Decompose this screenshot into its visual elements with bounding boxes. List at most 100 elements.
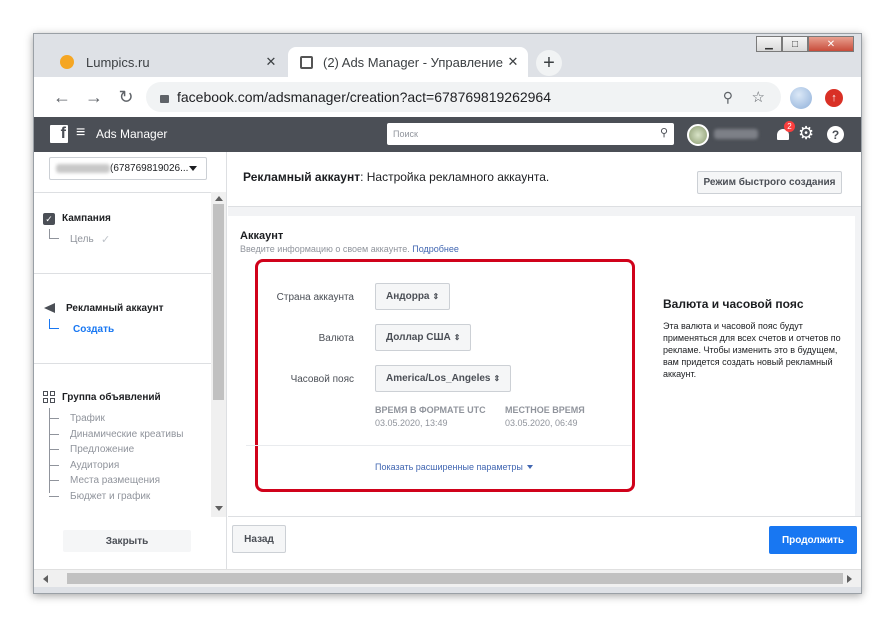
address-bar[interactable]: facebook.com/adsmanager/creation?act=678… [146,82,781,112]
info-text: Эта валюта и часовой пояс будут применят… [663,321,841,379]
maximize-button[interactable]: □ [782,36,808,52]
new-tab-button[interactable]: + [536,50,562,76]
sidebar-item-create[interactable]: Создать [73,324,114,335]
h-scroll-thumb[interactable] [67,573,843,584]
currency-select[interactable]: Доллар США ⇕ [375,324,472,351]
bookmark-star-icon[interactable]: ☆ [752,88,765,106]
scroll-thumb[interactable] [213,204,224,400]
page-title-rest: : Настройка рекламного аккаунта. [360,170,550,184]
timezone-label: Часовой пояс [290,374,354,385]
more-link[interactable]: Подробнее [412,244,459,254]
select-arrows-icon: ⇕ [432,292,440,301]
horizontal-scrollbar[interactable] [34,569,861,587]
country-select[interactable]: Андорра ⇕ [375,283,451,310]
close-tab-icon[interactable]: ✕ [504,54,522,70]
sidebar-item-traffic[interactable]: Трафик [70,413,105,424]
section-subtitle-text: Введите информацию о своем аккаунте. [240,244,410,254]
update-icon[interactable]: ↑ [825,89,843,107]
sidebar-item-budget[interactable]: Бюджет и график [70,491,150,502]
scroll-right-icon[interactable] [847,575,852,583]
local-time-label: МЕСТНОЕ ВРЕМЯ [505,405,585,415]
account-selector[interactable]: (678769819026... [49,157,207,180]
sidebar-item-ad-account[interactable]: Рекламный аккаунт [66,303,164,314]
timezone-select[interactable]: America/Los_Angeles ⇕ [375,365,512,392]
search-icon: ⚲ [659,127,668,139]
sidebar-item-campaign[interactable]: Кампания [62,213,111,224]
menu-icon[interactable]: ≡ [76,124,85,142]
account-name-blurred [56,164,110,173]
utc-label: ВРЕМЯ В ФОРМАТЕ UTC [375,405,486,415]
creation-sidebar: (678769819026... ✓ Кампания Цель ✓ Рекла… [34,152,227,569]
toolbar: ← → ↻ facebook.com/adsmanager/creation?a… [34,77,861,117]
scroll-down-icon[interactable] [215,506,223,511]
sidebar-scrollbar[interactable] [211,192,226,517]
account-avatar[interactable] [687,124,709,146]
checkbox-checked-icon: ✓ [43,213,55,225]
continue-button[interactable]: Продолжить [769,526,857,554]
sidebar-item-goal[interactable]: Цель [70,234,94,245]
page-title: Рекламный аккаунт: Настройка рекламного … [243,170,549,184]
ads-manager-title: Ads Manager [96,127,168,141]
ad-group-grid-icon [43,391,55,403]
scroll-up-icon[interactable] [215,196,223,201]
page-title-bold: Рекламный аккаунт [243,170,361,184]
currency-label: Валюта [318,333,354,344]
section-subtitle: Введите информацию о своем аккаунте. Под… [240,244,459,254]
account-selector-label: (678769819026... [110,163,189,174]
reload-icon[interactable]: ↻ [112,83,140,111]
advanced-link-text: Показать расширенные параметры [375,462,523,472]
local-time-value: 03.05.2020, 06:49 [505,418,578,428]
timezone-value: America/Los_Angeles [386,373,491,384]
search-input[interactable]: Поиск ⚲ [387,123,674,145]
header-bar: Рекламный аккаунт: Настройка рекламного … [228,152,861,207]
lumpics-favicon-icon [60,55,74,69]
tab-title: Lumpics.ru [86,54,150,70]
section-title: Аккаунт [240,230,284,242]
notification-badge: 2 [784,121,795,132]
sidebar-item-audience[interactable]: Аудитория [70,460,119,471]
close-window-button[interactable]: ✕ [808,36,854,52]
tab-lumpics[interactable]: Lumpics.ru ✕ [50,47,286,77]
sidebar-item-ad-group[interactable]: Группа объявлений [62,392,161,403]
back-button[interactable]: Назад [232,525,286,553]
caret-down-icon [527,465,534,469]
scroll-left-icon[interactable] [43,575,48,583]
help-icon[interactable]: ? [827,126,844,143]
quick-mode-button[interactable]: Режим быстрого создания [697,171,842,194]
megaphone-icon [44,303,55,313]
form-divider [246,445,631,446]
account-card: Аккаунт Введите информацию о своем аккау… [228,216,855,516]
info-title: Валюта и часовой пояс [663,297,804,311]
search-placeholder: Поиск [393,129,418,139]
sidebar-item-placements[interactable]: Места размещения [70,475,160,486]
tab-title: (2) Ads Manager - Управление р [323,54,504,70]
ads-manager-topbar: f ≡ Ads Manager Поиск ⚲ 2 ⚙ ? [34,117,861,152]
notifications-bell-icon[interactable]: 2 [775,121,795,142]
checkmark-icon: ✓ [101,234,111,246]
utc-value: 03.05.2020, 13:49 [375,418,448,428]
chevron-down-icon [189,166,197,171]
advanced-settings-link[interactable]: Показать расширенные параметры [375,462,534,472]
footer-bar: Назад Продолжить [228,516,861,569]
ads-favicon-icon [300,55,313,69]
country-value: Андорра [386,291,430,302]
lock-icon [160,95,169,103]
zoom-icon[interactable]: ⚲ [723,89,733,106]
facebook-logo-icon[interactable]: f [50,125,68,143]
forward-arrow-icon[interactable]: → [80,83,108,111]
country-label: Страна аккаунта [276,292,354,303]
gear-icon[interactable]: ⚙ [798,123,814,144]
sidebar-item-dynamic-creatives[interactable]: Динамические креативы [70,429,183,440]
currency-value: Доллар США [386,332,451,343]
close-button[interactable]: Закрыть [63,530,191,552]
sidebar-item-offer[interactable]: Предложение [70,444,134,455]
page-content: (678769819026... ✓ Кампания Цель ✓ Рекла… [34,152,861,587]
select-arrows-icon: ⇕ [493,374,501,383]
back-arrow-icon[interactable]: ← [48,83,76,111]
tab-ads-manager[interactable]: (2) Ads Manager - Управление р ✕ [288,47,528,77]
browser-window: ▁ □ ✕ Lumpics.ru ✕ (2) Ads Manager - Упр… [33,33,862,594]
profile-avatar[interactable] [790,87,812,109]
close-tab-icon[interactable]: ✕ [262,54,280,70]
url-text: facebook.com/adsmanager/creation?act=678… [177,89,552,105]
minimize-button[interactable]: ▁ [756,36,782,52]
